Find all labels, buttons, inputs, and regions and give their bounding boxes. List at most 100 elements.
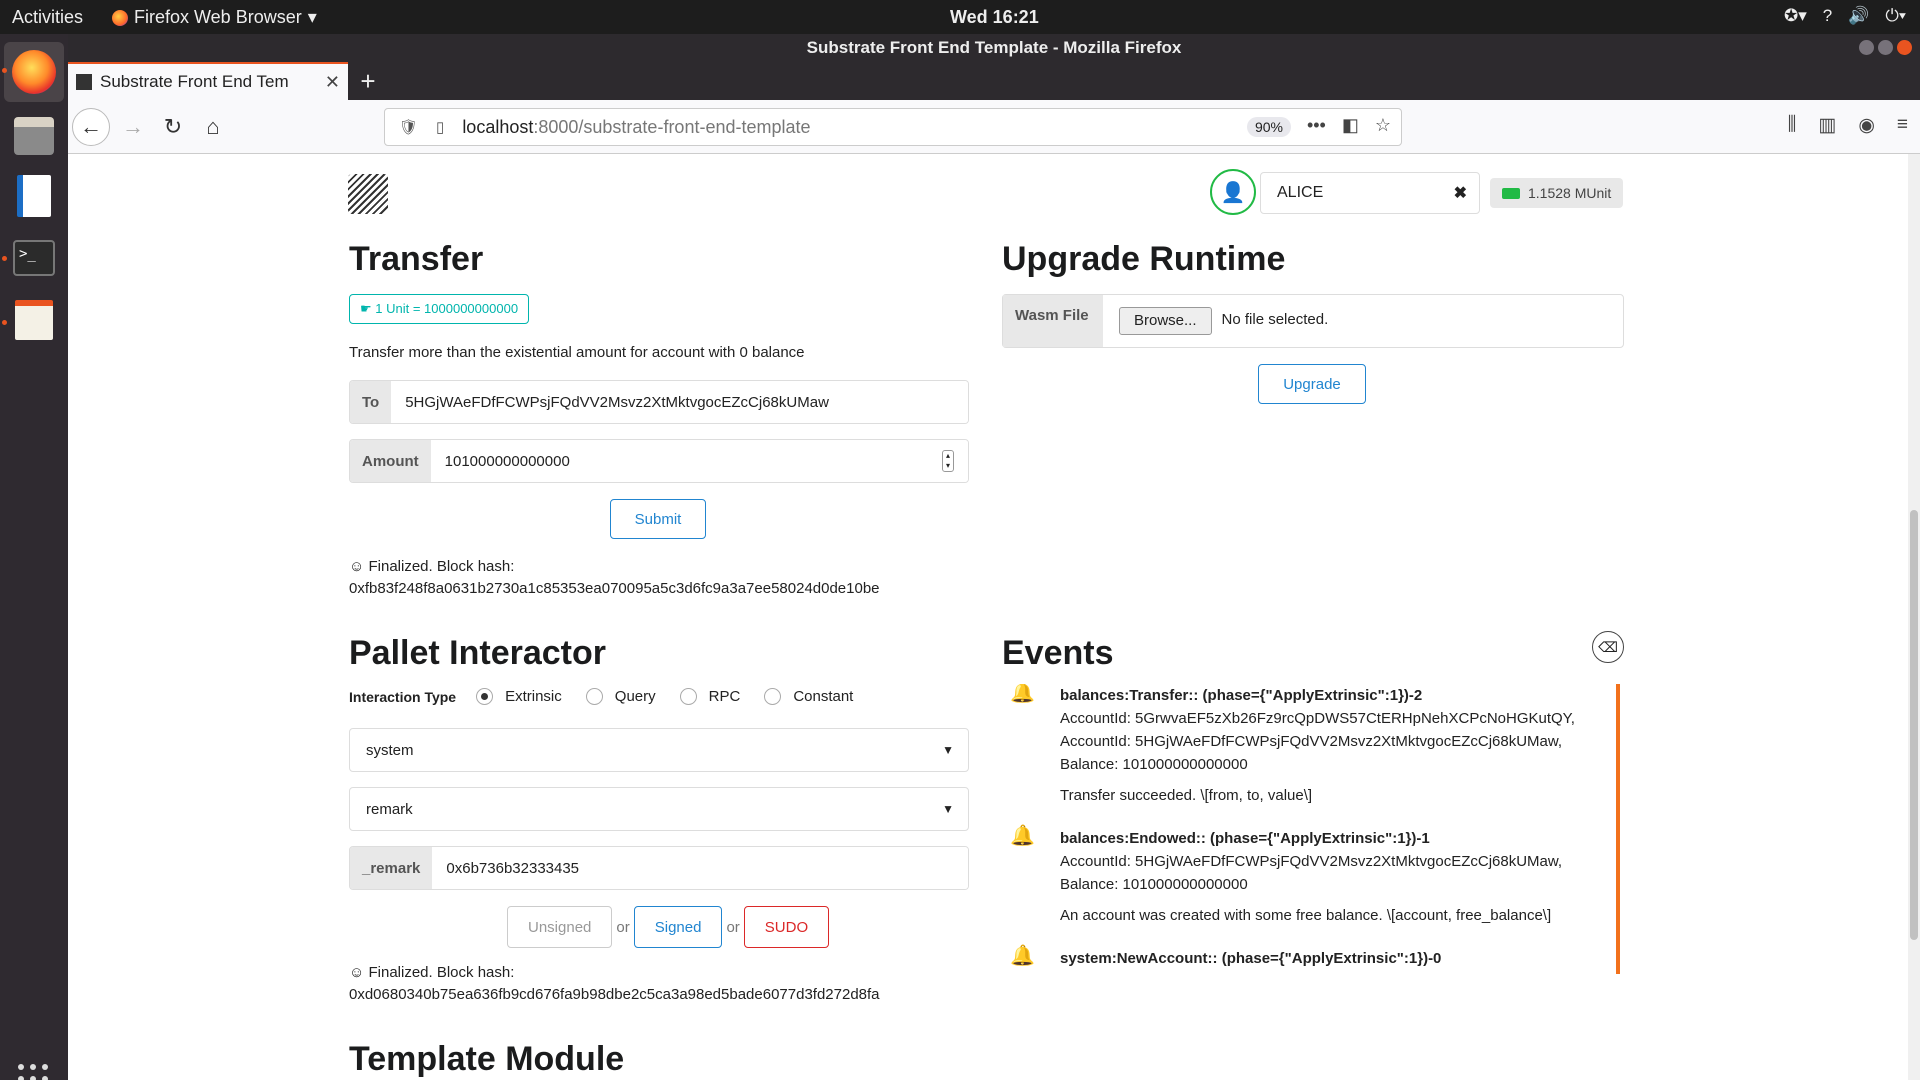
page-actions-icon[interactable]: ••• bbox=[1307, 115, 1326, 136]
reload-button[interactable]: ↻ bbox=[154, 108, 192, 146]
window-controls bbox=[1859, 40, 1912, 55]
radio-rpc[interactable]: RPC bbox=[679, 688, 740, 705]
account-selector[interactable]: ALICE ✖ bbox=[1260, 172, 1480, 214]
sidebar-icon[interactable]: ▥ bbox=[1818, 114, 1836, 137]
radio-constant[interactable]: Constant bbox=[764, 688, 853, 705]
url-path: :8000/substrate-front-end-template bbox=[533, 116, 811, 137]
account-avatar-icon[interactable]: 👤 bbox=[1210, 169, 1256, 215]
new-tab-button[interactable]: + bbox=[353, 66, 383, 97]
library-icon[interactable]: ⫼ bbox=[1788, 114, 1797, 137]
browse-button[interactable]: Browse... bbox=[1119, 307, 1212, 335]
pallet-interactor-title: Pallet Interactor bbox=[349, 634, 606, 672]
writer-icon bbox=[17, 175, 51, 217]
radio-extrinsic[interactable]: Extrinsic bbox=[476, 688, 562, 705]
bookmark-star-icon[interactable]: ☆ bbox=[1375, 115, 1391, 136]
activities-button[interactable]: Activities bbox=[12, 7, 83, 28]
pallet-dropdown[interactable]: system ▼ bbox=[349, 728, 969, 772]
sudo-button[interactable]: SUDO bbox=[743, 906, 830, 948]
page-scrollbar[interactable] bbox=[1908, 154, 1920, 1080]
browser-tab[interactable]: Substrate Front End Tem ✕ bbox=[68, 62, 348, 100]
radio-query[interactable]: Query bbox=[585, 688, 656, 705]
radio-icon[interactable] bbox=[764, 688, 782, 705]
maximize-button[interactable] bbox=[1878, 40, 1893, 55]
pallet-status-label: ☺ Finalized. Block hash: bbox=[349, 964, 515, 981]
hand-point-right-icon: ☛ bbox=[360, 301, 376, 316]
to-label: To bbox=[350, 381, 392, 423]
firefox-icon bbox=[112, 9, 128, 26]
clear-events-button[interactable]: ⌫ bbox=[1592, 631, 1624, 663]
radio-icon[interactable] bbox=[679, 688, 697, 705]
to-input[interactable]: 5HGjWAeFDfFCWPsjFQdVV2Msvz2XtMktvgocEZcC… bbox=[391, 381, 968, 423]
event-header: balances:Endowed:: (phase={"ApplyExtrins… bbox=[1060, 830, 1430, 847]
url-actions: ••• ◧ ☆ bbox=[1307, 115, 1391, 136]
remark-param-input[interactable]: 0x6b736b32333435 bbox=[432, 847, 968, 889]
dropdown-caret-icon: ▼ bbox=[942, 743, 954, 757]
account-icon[interactable]: ◉ bbox=[1858, 114, 1875, 137]
upgrade-button[interactable]: Upgrade bbox=[1258, 364, 1366, 404]
events-feed[interactable]: 🔔 balances:Transfer:: (phase={"ApplyExtr… bbox=[1002, 684, 1620, 974]
dock-terminal[interactable]: >_ bbox=[10, 234, 58, 282]
window-title: Substrate Front End Template - Mozilla F… bbox=[806, 38, 1182, 57]
zoom-indicator[interactable]: 90% bbox=[1246, 117, 1291, 137]
callable-dropdown[interactable]: remark ▼ bbox=[349, 787, 969, 831]
dock-writer[interactable] bbox=[10, 172, 58, 220]
home-button[interactable]: ⌂ bbox=[194, 108, 232, 146]
event-item: 🔔 system:NewAccount:: (phase={"ApplyExtr… bbox=[1002, 945, 1616, 970]
running-indicator bbox=[2, 320, 7, 325]
radio-selected-icon[interactable] bbox=[476, 688, 494, 705]
pallet-dropdown-value: system bbox=[366, 741, 414, 759]
app-menu-label: Firefox Web Browser bbox=[134, 7, 302, 27]
running-indicator bbox=[2, 256, 7, 261]
url-host: localhost bbox=[462, 116, 534, 137]
radio-icon[interactable] bbox=[585, 688, 603, 705]
event-item: 🔔 balances:Endowed:: (phase={"ApplyExtri… bbox=[1002, 825, 1616, 927]
back-button[interactable]: ← bbox=[72, 108, 110, 146]
scrollbar-thumb[interactable] bbox=[1910, 510, 1918, 940]
help-icon[interactable]: ? bbox=[1823, 6, 1832, 26]
transfer-note: Transfer more than the existential amoun… bbox=[349, 344, 805, 361]
accessibility-icon[interactable]: ✪▾ bbox=[1784, 6, 1807, 26]
bell-icon: 🔔 bbox=[1010, 945, 1035, 967]
page-content: 👤 ALICE ✖ 1.1528 MUnit Transfer ☛ 1 Unit… bbox=[68, 154, 1920, 1080]
clock[interactable]: Wed 16:21 bbox=[950, 7, 1039, 28]
url-bar[interactable]: 🛡 ▯ localhost :8000/substrate-front-end-… bbox=[384, 108, 1402, 146]
number-spinner[interactable]: ▴ ▾ bbox=[942, 450, 954, 472]
system-tray[interactable]: ✪▾ ? 🔊 ⏻▾ bbox=[1784, 6, 1906, 26]
transfer-block-hash: 0xfb83f248f8a0631b2730a1c85353ea070095a5… bbox=[349, 580, 880, 597]
remark-param-field[interactable]: _remark 0x6b736b32333435 bbox=[349, 846, 969, 890]
amount-input[interactable]: 101000000000000 bbox=[430, 440, 968, 482]
volume-icon[interactable]: 🔊 bbox=[1848, 6, 1869, 26]
forward-button[interactable]: → bbox=[114, 108, 152, 146]
menu-icon[interactable]: ≡ bbox=[1897, 114, 1908, 137]
transfer-title: Transfer bbox=[349, 240, 484, 278]
unsigned-button[interactable]: Unsigned bbox=[507, 906, 613, 948]
toolbar-right: ⫼ ▥ ◉ ≡ bbox=[1788, 114, 1908, 137]
close-tab-icon[interactable]: ✕ bbox=[325, 72, 340, 93]
tracking-protection-icon[interactable]: 🛡 bbox=[399, 118, 418, 136]
wasm-file-field: Wasm File Browse... No file selected. bbox=[1002, 294, 1624, 348]
minimize-button[interactable] bbox=[1859, 40, 1874, 55]
dock-text-editor[interactable] bbox=[10, 296, 58, 344]
pocket-icon[interactable]: ◧ bbox=[1342, 115, 1359, 136]
unit-label-text: 1 Unit = 1000000000000 bbox=[375, 301, 519, 316]
wasm-file-label: Wasm File bbox=[1003, 295, 1103, 347]
amount-field[interactable]: Amount 101000000000000 ▴ ▾ bbox=[349, 439, 969, 483]
page-info-icon[interactable]: ▯ bbox=[436, 118, 444, 136]
to-field[interactable]: To 5HGjWAeFDfFCWPsjFQdVV2Msvz2XtMktvgocE… bbox=[349, 380, 969, 424]
radio-extrinsic-label: Extrinsic bbox=[505, 688, 562, 705]
dock-firefox[interactable] bbox=[4, 42, 64, 102]
show-applications-icon[interactable] bbox=[18, 1064, 48, 1080]
event-header: balances:Transfer:: (phase={"ApplyExtrin… bbox=[1060, 687, 1423, 704]
app-menu[interactable]: Firefox Web Browser ▾ bbox=[112, 7, 317, 28]
pallet-block-hash: 0xd0680340b75ea636fb9cd676fa9b98dbe2c5ca… bbox=[349, 986, 880, 1003]
close-window-button[interactable] bbox=[1897, 40, 1912, 55]
balance-badge: 1.1528 MUnit bbox=[1490, 178, 1624, 208]
event-line: Balance: 101000000000000 bbox=[1060, 876, 1248, 893]
power-icon[interactable]: ⏻▾ bbox=[1885, 6, 1906, 26]
submit-button[interactable]: Submit bbox=[610, 499, 706, 539]
dock-files[interactable] bbox=[10, 112, 58, 160]
favicon-icon bbox=[76, 74, 92, 90]
dropdown-caret-icon: ▼ bbox=[942, 802, 954, 816]
signed-button[interactable]: Signed bbox=[633, 906, 723, 948]
clear-account-icon[interactable]: ✖ bbox=[1454, 183, 1467, 203]
